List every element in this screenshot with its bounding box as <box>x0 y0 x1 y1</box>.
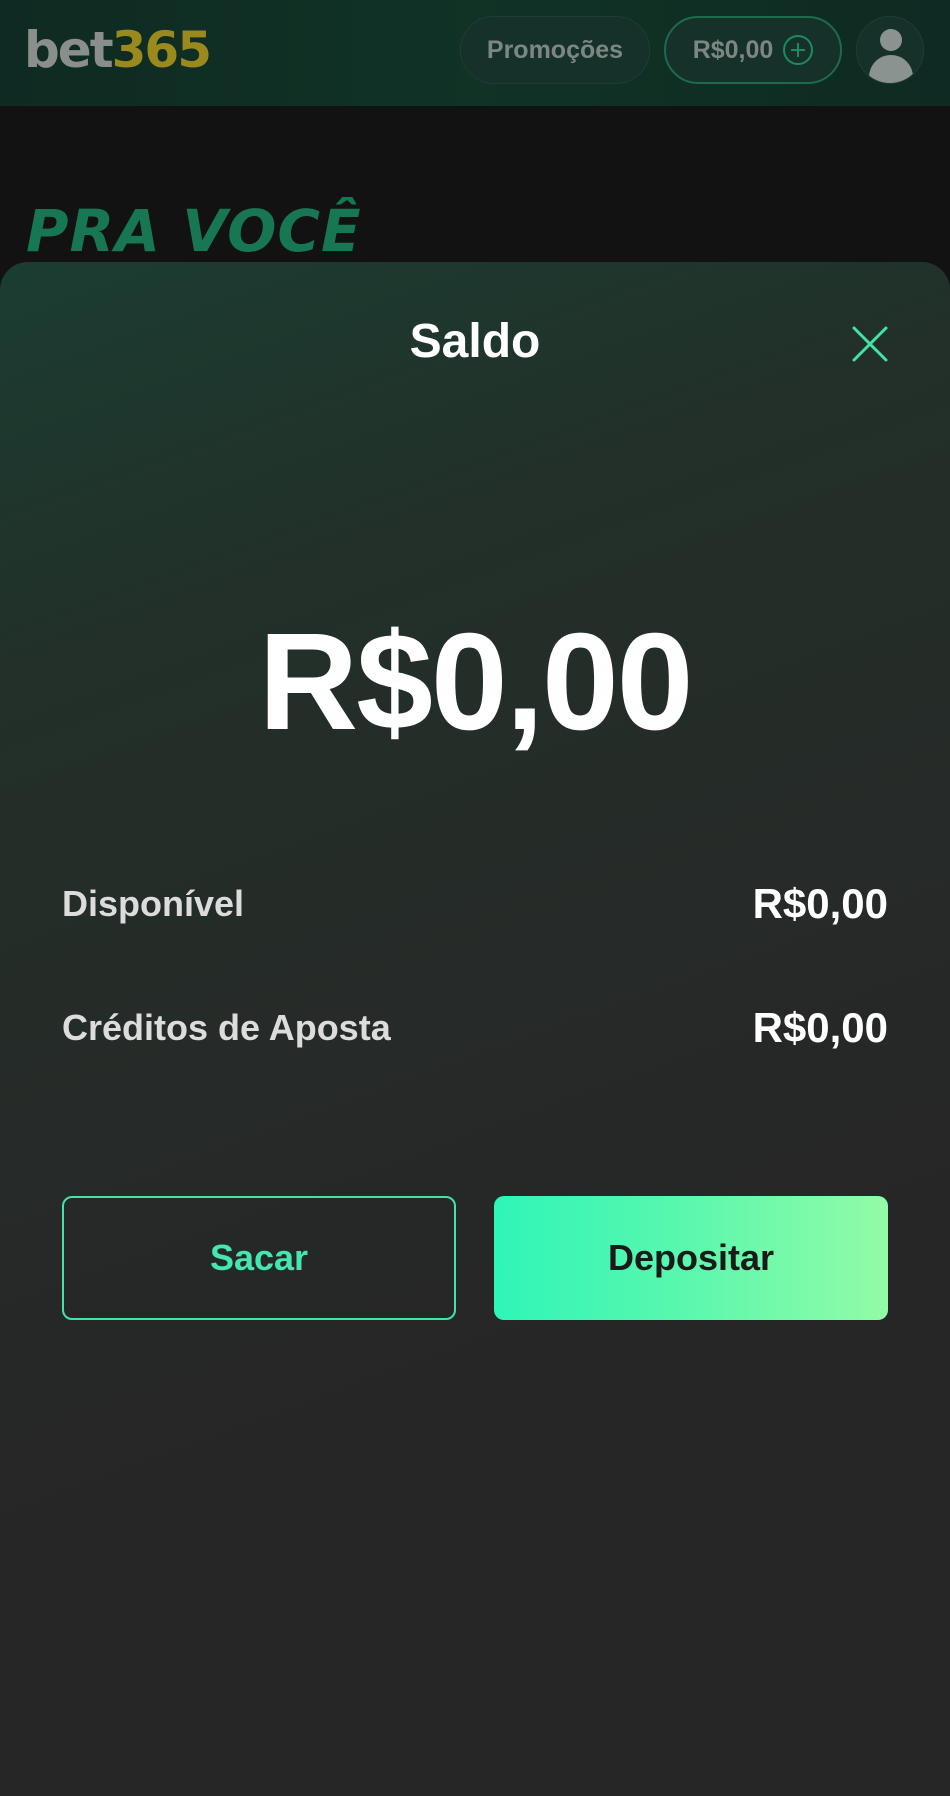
sheet-title: Saldo <box>409 315 541 368</box>
available-label: Disponível <box>62 883 245 924</box>
total-balance: R$0,00 <box>258 605 694 759</box>
header-balance-button[interactable]: R$0,00 <box>664 16 842 84</box>
top-header: bet365 Promoções R$0,00 <box>0 0 950 106</box>
avatar-body-icon <box>869 55 913 83</box>
logo-text-365: 365 <box>111 21 212 79</box>
available-row: Disponível R$0,00 <box>62 879 888 929</box>
deposit-button[interactable]: Depositar <box>494 1196 888 1320</box>
promotions-label: Promoções <box>486 35 624 64</box>
bet365-logo[interactable]: bet365 <box>24 20 212 80</box>
avatar-head-icon <box>880 29 902 51</box>
bet-credits-row: Créditos de Aposta R$0,00 <box>62 1003 888 1053</box>
balance-sheet: Saldo R$0,00 Disponível R$0,00 Créditos … <box>0 262 950 1796</box>
promotions-button[interactable]: Promoções <box>460 16 650 84</box>
logo-text-bet: bet <box>24 21 114 79</box>
page: bet365 Promoções R$0,00 PRA VOCÊ Saldo R… <box>0 0 950 1796</box>
bet-credits-value: R$0,00 <box>752 1004 888 1051</box>
plus-circle-icon <box>783 35 814 65</box>
withdraw-label: Sacar <box>209 1237 309 1278</box>
available-value: R$0,00 <box>752 880 888 927</box>
bet-credits-label: Créditos de Aposta <box>62 1007 391 1048</box>
withdraw-button[interactable]: Sacar <box>62 1196 456 1320</box>
avatar[interactable] <box>856 16 924 84</box>
close-icon[interactable] <box>850 324 890 364</box>
section-title: PRA VOCÊ <box>26 197 362 265</box>
deposit-label: Depositar <box>607 1237 775 1278</box>
header-balance-label: R$0,00 <box>692 35 774 64</box>
